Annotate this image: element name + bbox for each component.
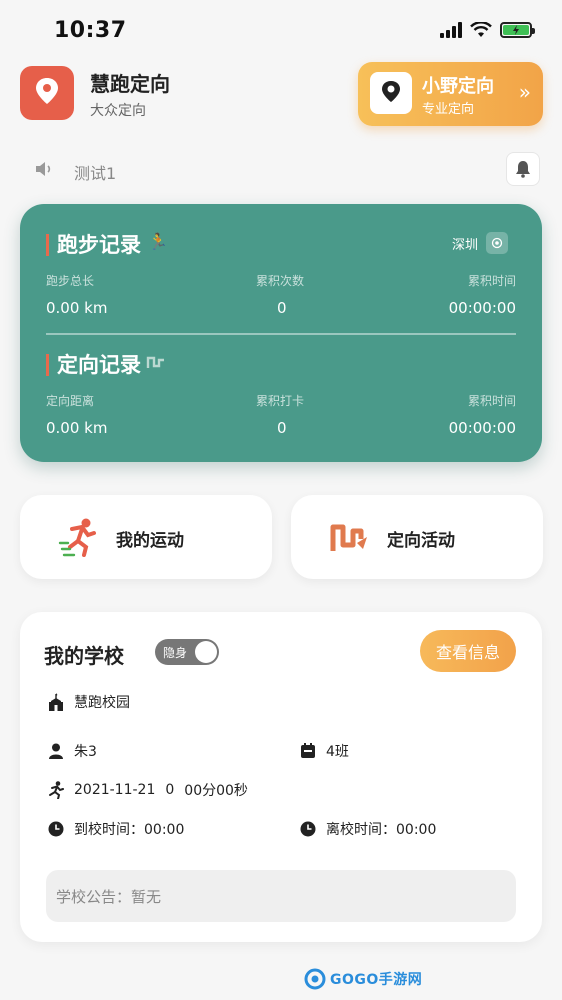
- promo-title: 小野定向: [422, 76, 494, 97]
- leave-row: 离校时间：00:00: [300, 819, 436, 839]
- class-row: 4班: [300, 741, 349, 761]
- status-bar: 10:37: [0, 0, 562, 60]
- run-count: 0: [165, 782, 175, 798]
- orienteering-time-value: 00:00:00: [448, 419, 516, 437]
- run-date: 2021-11-21: [74, 782, 156, 798]
- class-name: 4班: [326, 744, 349, 760]
- checkin-count-value: 0: [277, 419, 287, 437]
- leave-time: 离校时间：00:00: [326, 822, 437, 838]
- school-card: 我的学校 隐身 查看信息 慧跑校园 朱3 4班 2021-11-21 0 00分…: [20, 612, 542, 942]
- my-sport-button[interactable]: 我的运动: [20, 495, 272, 579]
- stat-label: 累积时间: [467, 274, 516, 288]
- stat-label: 累积时间: [467, 394, 516, 408]
- app-subtitle: 大众定向: [90, 103, 146, 119]
- notice-text: 测试1: [74, 164, 117, 183]
- person-icon: [49, 743, 63, 759]
- speaker-icon: [36, 162, 51, 176]
- promo-subtitle: 专业定向: [422, 102, 475, 117]
- notification-button[interactable]: [506, 152, 540, 186]
- stat-label: 累积次数: [256, 274, 305, 288]
- run-duration: 00分00秒: [184, 783, 248, 799]
- clock-icon: [48, 821, 64, 837]
- run-time-value: 00:00:00: [448, 299, 516, 317]
- battery-icon: [500, 22, 535, 38]
- student-name: 朱3: [74, 744, 97, 760]
- class-icon: [301, 743, 315, 758]
- city-selector[interactable]: 深圳: [452, 232, 508, 254]
- status-icons: [440, 22, 535, 38]
- watermark: GOGO手游网: [304, 968, 422, 990]
- location-icon: [486, 232, 508, 254]
- stat-label: 定向距离: [46, 394, 95, 408]
- stat-label: 累积打卡: [256, 394, 305, 408]
- city-label: 深圳: [451, 237, 478, 253]
- watermark-text: GOGO手游网: [330, 972, 423, 988]
- my-sport-label: 我的运动: [116, 531, 184, 551]
- pro-orienteering-banner[interactable]: 小野定向 专业定向 »: [358, 62, 543, 126]
- stat-label: 跑步总长: [46, 274, 95, 288]
- app-title: 慧跑定向: [90, 72, 170, 96]
- run-distance-value: 0.00 km: [46, 299, 108, 317]
- orienteering-route-icon: [330, 524, 367, 551]
- stealth-toggle[interactable]: 隐身: [155, 639, 219, 665]
- view-info-button[interactable]: 查看信息: [420, 630, 516, 672]
- orienteering-activity-label: 定向活动: [387, 531, 455, 551]
- school-announcement: 学校公告：暂无: [46, 870, 516, 922]
- watermark-logo-icon: [304, 968, 326, 990]
- status-time: 10:37: [54, 18, 127, 43]
- run-record-title: 跑步记录: [46, 234, 141, 256]
- wifi-icon: [470, 22, 492, 37]
- campus-row: 慧跑校园: [48, 692, 130, 712]
- app-logo: [20, 66, 74, 120]
- clock-icon: [300, 821, 316, 837]
- campus-name: 慧跑校园: [74, 695, 130, 711]
- student-row: 朱3: [48, 741, 97, 761]
- runner-small-icon: [49, 781, 64, 799]
- orienteering-distance-value: 0.00 km: [46, 419, 108, 437]
- run-summary-row: 2021-11-21 0 00分00秒: [48, 780, 248, 800]
- app-header: 慧跑定向 大众定向 小野定向 专业定向 »: [0, 62, 562, 132]
- bell-icon: [516, 161, 530, 178]
- orienteering-record-title: 定向记录: [46, 354, 141, 376]
- signal-icon: [440, 22, 462, 38]
- school-title: 我的学校: [44, 644, 124, 668]
- toggle-knob: [195, 641, 217, 663]
- double-chevron-right-icon: »: [518, 80, 531, 104]
- run-count-value: 0: [277, 299, 287, 317]
- route-icon: [146, 354, 166, 374]
- divider: [46, 333, 516, 335]
- toggle-label: 隐身: [163, 645, 188, 660]
- arrive-time: 到校时间：00:00: [74, 822, 185, 838]
- pro-app-logo: [370, 72, 412, 114]
- school-building-icon: [49, 693, 63, 711]
- runner-icon: 🏃: [148, 232, 168, 251]
- notice-bar: 测试1: [0, 150, 562, 190]
- arrive-row: 到校时间：00:00: [48, 819, 184, 839]
- orienteering-activity-button[interactable]: 定向活动: [291, 495, 543, 579]
- running-icon: [58, 518, 96, 557]
- stats-card: 跑步记录 🏃 深圳 跑步总长 累积次数 累积时间 0.00 km 0 00:00…: [20, 204, 542, 462]
